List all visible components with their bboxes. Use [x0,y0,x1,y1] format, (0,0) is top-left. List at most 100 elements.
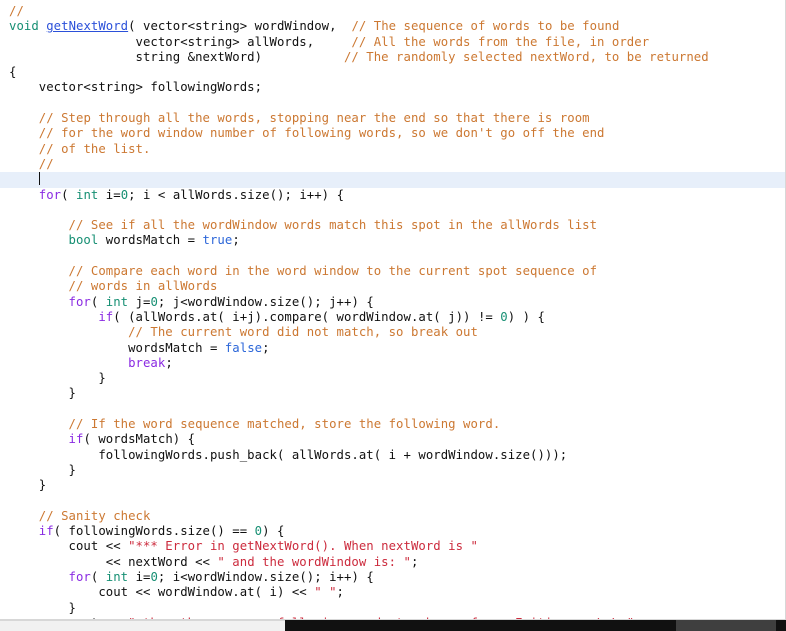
code-line[interactable]: void getNextWord( vector<string> wordWin… [0,19,785,34]
code-line[interactable] [0,96,785,111]
code-token-pln: j= [128,294,151,309]
code-line[interactable]: } [0,463,785,478]
code-token-pln [9,356,128,370]
code-line[interactable]: cout << wordWindow.at( i) << " "; [0,585,785,600]
horizontal-scrollbar-thumb[interactable] [676,620,776,631]
code-token-pln: } [9,371,106,386]
code-token-cmt: // The current word did not match, so br… [128,325,478,340]
code-line[interactable]: break; [0,356,785,371]
code-line[interactable]: if( wordsMatch) { [0,432,785,447]
horizontal-scrollbar-track[interactable] [285,620,786,631]
code-line[interactable]: // for the word window number of followi… [0,126,785,141]
code-editor-window: //void getNextWord( vector<string> wordW… [0,0,786,631]
code-line[interactable]: vector<string> allWords, // All the word… [0,35,785,50]
code-token-lit: true [202,233,233,248]
code-token-lit: false [224,340,263,355]
code-token-pln: ; [232,233,240,248]
code-token-pln: ) { [262,524,285,539]
code-token-cmt: // Step through all the words, stopping … [38,111,590,126]
code-token-cmt: // [9,4,24,18]
code-token-pln [9,295,69,309]
code-token-cmt: // Compare each word in the word window … [68,264,598,279]
code-line[interactable]: // Compare each word in the word window … [0,264,785,279]
code-line[interactable]: // words in allWords [0,279,785,294]
code-token-pln [9,157,39,171]
code-line[interactable] [0,494,785,509]
code-token-cmt: // The randomly selected nextWord, to be… [343,49,709,64]
code-line[interactable] [0,402,785,417]
code-token-pln: ( (allWords.at( i+j).compare( wordWindow… [113,309,501,324]
code-token-pln: wordsMatch = [98,233,203,248]
code-text-area[interactable]: //void getNextWord( vector<string> wordW… [0,0,786,620]
code-line[interactable]: cout << "*** Error in getNextWord(). Whe… [0,539,785,554]
code-token-pln: { [9,65,17,80]
code-token-pln: vector<string> followingWords; [9,80,263,95]
code-line[interactable]: { [0,65,785,80]
code-token-fn: getNextWord [46,19,129,34]
text-cursor [38,172,40,186]
code-line[interactable]: } [0,371,785,386]
code-token-pln: ( wordsMatch) { [83,432,196,447]
code-line[interactable]: if( (allWords.at( i+j).compare( wordWind… [0,310,785,325]
code-line[interactable]: } [0,601,785,616]
code-token-pln: ) ) { [507,309,545,324]
code-token-kw: break [128,355,166,370]
code-token-pln: } [9,462,76,477]
code-line[interactable]: // The current word did not match, so br… [0,325,785,340]
code-token-pln: ; [165,355,173,370]
code-token-type: void [9,19,39,34]
code-line[interactable]: for( int i=0; i<wordWindow.size(); i++) … [0,570,785,585]
code-token-num: 0 [150,569,158,584]
code-line[interactable]: followingWords.push_back( allWords.at( i… [0,448,785,463]
code-token-num: 0 [254,524,263,539]
code-token-pln: string &nextWord) [9,49,344,64]
code-token-pln: } [9,600,76,615]
code-line[interactable]: // Sanity check [0,509,785,524]
code-token-cmt: // [38,156,54,171]
horizontal-scrollbar[interactable] [0,620,786,631]
code-line[interactable] [0,249,785,264]
code-token-pln: i= [128,569,151,584]
code-token-pln [9,172,39,186]
code-line[interactable]: // Step through all the words, stopping … [0,111,785,126]
code-line[interactable]: // If the word sequence matched, store t… [0,417,785,432]
code-token-pln [9,218,69,232]
code-token-pln: ; [336,585,344,600]
code-lines-container: //void getNextWord( vector<string> wordW… [0,0,785,619]
code-line[interactable]: } [0,386,785,401]
code-line[interactable]: } [0,478,785,493]
code-line[interactable]: for( int i=0; i < allWords.size(); i++) … [0,188,785,203]
code-line[interactable]: // See if all the wordWindow words match… [0,218,785,233]
code-token-pln [9,111,39,125]
code-token-pln: ; i < allWords.size(); i++) { [128,187,345,202]
code-token-kw: if [38,524,54,539]
code-line[interactable]: vector<string> followingWords; [0,80,785,95]
code-token-pln [9,509,39,523]
code-token-type: int [105,569,129,584]
code-token-cmt: // See if all the wordWindow words match… [68,218,598,233]
code-line[interactable]: << nextWord << " and the wordWindow is: … [0,555,785,570]
code-token-cmt: // Sanity check [38,508,151,523]
code-token-pln: followingWords.push_back( allWords.at( i… [9,447,568,462]
code-line[interactable]: if( followingWords.size() == 0) { [0,524,785,539]
code-token-kw: for [68,294,91,309]
code-token-pln [9,279,69,293]
code-line[interactable]: bool wordsMatch = true; [0,233,785,248]
code-line[interactable]: // [0,157,785,172]
code-token-type: int [76,187,99,202]
code-line[interactable] [0,203,785,218]
code-token-pln: ; i<wordWindow.size(); i++) { [157,569,374,584]
code-line[interactable]: for( int j=0; j<wordWindow.size(); j++) … [0,295,785,310]
code-token-pln: ( vector<string> wordWindow, [128,19,352,34]
code-line[interactable]: // of the list. [0,142,785,157]
code-token-pln [9,233,69,247]
code-token-pln [9,310,98,324]
code-token-pln: cout << wordWindow.at( i) << [9,585,315,600]
code-line[interactable]: wordsMatch = false; [0,341,785,356]
code-token-pln [9,264,69,278]
code-token-pln [9,432,69,446]
code-line[interactable] [0,172,785,188]
code-line[interactable]: string &nextWord) // The randomly select… [0,50,785,65]
code-line[interactable]: // [0,4,785,19]
code-token-pln [9,126,39,140]
